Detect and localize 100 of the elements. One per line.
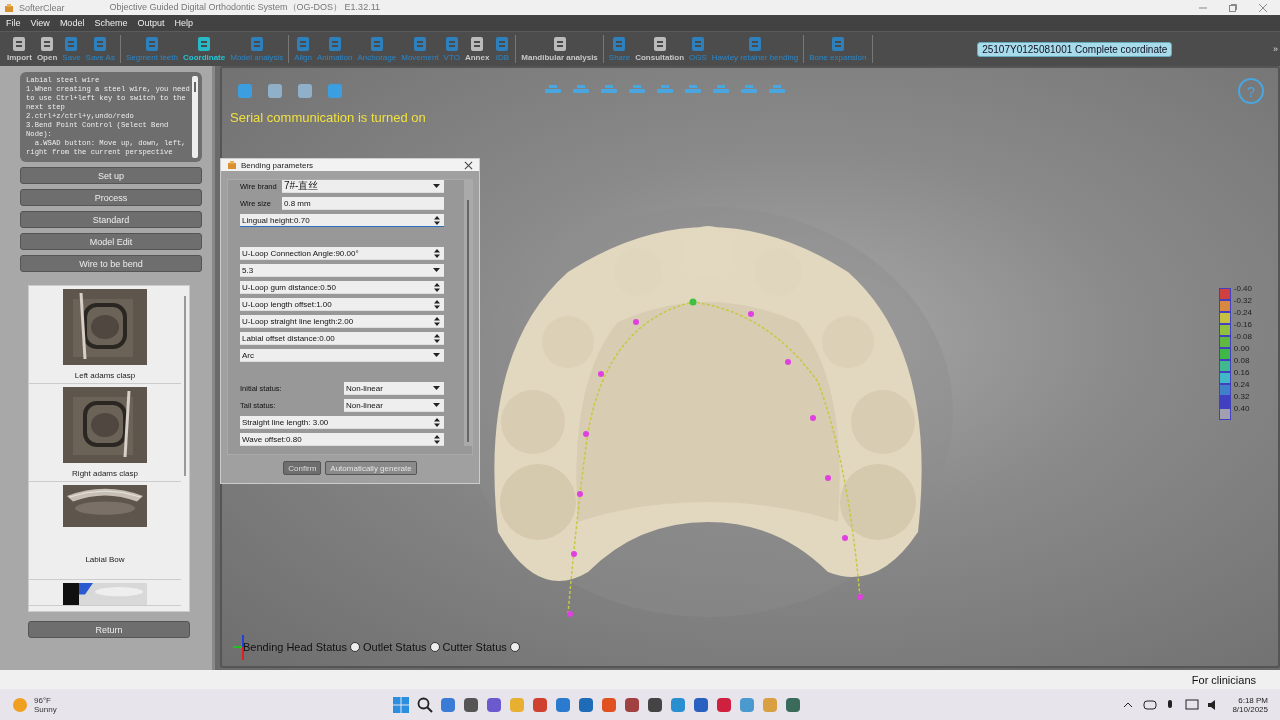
spin-arrows-icon	[434, 434, 440, 444]
toolbar-button[interactable]: Coordinate	[182, 36, 227, 62]
app-icon[interactable]	[693, 696, 709, 713]
axis-drawing	[232, 634, 244, 660]
gallery-caption: Labial Bow	[85, 555, 125, 564]
side-button[interactable]: Process	[20, 189, 202, 206]
document-icon	[11, 36, 28, 52]
dropdown-arrow-icon	[433, 385, 440, 391]
spin-box[interactable]: U-Loop straight line length:2.00	[240, 315, 444, 328]
app-icon[interactable]	[532, 696, 548, 713]
square-icon[interactable]	[296, 82, 314, 100]
document-icon	[92, 36, 109, 52]
toolbar-button[interactable]: Open	[35, 36, 59, 62]
spin-arrows-icon	[434, 417, 440, 427]
gallery-item[interactable]: Labial Bow	[29, 482, 181, 580]
app-icon[interactable]	[785, 696, 801, 713]
clock-time[interactable]: 6:18 PM	[1238, 695, 1268, 705]
input-field[interactable]: 0.8 mm	[282, 197, 444, 210]
dropdown-arrow-icon	[433, 402, 440, 408]
toolbar-button[interactable]: Mandibular analysis	[520, 36, 599, 62]
app-icon[interactable]	[440, 696, 456, 713]
square-icon[interactable]	[266, 82, 284, 100]
document-icon	[143, 36, 160, 52]
spin-box[interactable]: U-Loop gum distance:0.50	[240, 281, 444, 294]
dialog-button[interactable]: Confirm	[283, 461, 322, 475]
legend-label: -0.40	[1233, 284, 1252, 293]
dropdown[interactable]: Arc	[240, 349, 444, 362]
legend-label: -0.24	[1233, 308, 1252, 317]
menu-item[interactable]: Output	[137, 18, 165, 28]
dialog-title: Bending parameters	[241, 160, 315, 170]
document-icon	[747, 36, 763, 52]
document-icon	[39, 36, 56, 52]
legend-label: -0.16	[1233, 320, 1252, 329]
weather-condition: Sunny	[34, 704, 57, 714]
menu-item[interactable]: Help	[174, 18, 193, 28]
legend-label: 0.40	[1233, 404, 1250, 413]
spin-box[interactable]: Lingual height:0.70	[240, 214, 444, 227]
legend-label: 0.00	[1233, 344, 1250, 353]
gallery-item[interactable]: Left adams clasp	[29, 286, 181, 384]
close-icon[interactable]	[464, 160, 473, 170]
spin-box[interactable]: U-Loop length offset:1.00	[240, 298, 444, 311]
window-title: Objective Guided Digital Orthodontic System（OG-DOS） E1.32.11	[109, 1, 380, 14]
spin-box[interactable]: Straight line length: 3.00	[240, 416, 444, 429]
document-icon	[443, 36, 460, 52]
menu-item[interactable]: File	[6, 18, 21, 28]
spin-box[interactable]: Labial offset distance:0.00	[240, 332, 444, 345]
document-icon	[611, 36, 628, 52]
toolbar-button[interactable]: Import	[6, 36, 33, 62]
clock-date[interactable]: 8/10/2025	[1232, 704, 1268, 714]
document-icon	[494, 36, 511, 52]
side-button[interactable]: Wire to be bend	[20, 255, 202, 272]
app-logo-icon	[4, 2, 14, 13]
weather-temperature: 96°F	[34, 695, 52, 705]
spin-arrows-icon	[434, 215, 440, 225]
menu-item[interactable]: Scheme	[94, 18, 128, 28]
document-icon	[469, 36, 486, 52]
square-icon[interactable]	[326, 82, 344, 100]
toolbar-button[interactable]: Annex	[463, 36, 491, 62]
app-icon[interactable]	[716, 696, 732, 713]
spin-box[interactable]: U-Loop Connection Angle:90.00°	[240, 247, 444, 260]
dropdown-arrow-icon	[433, 183, 440, 189]
dropdown[interactable]: Non-linear	[344, 382, 444, 395]
side-button[interactable]: Standard	[20, 211, 202, 228]
restore-icon[interactable]	[1228, 2, 1238, 13]
app-name: SofterClear	[19, 2, 65, 13]
square-icon[interactable]	[236, 82, 254, 100]
dropdown[interactable]: Non-linear	[344, 399, 444, 412]
gallery-item[interactable]: Right adams clasp	[29, 384, 181, 482]
windows-start-icon[interactable]	[392, 695, 410, 714]
menu-item[interactable]: View	[30, 18, 50, 28]
app-icon[interactable]	[463, 696, 479, 713]
dropdown[interactable]: 5.3	[240, 264, 444, 277]
legend-label: 0.24	[1233, 380, 1250, 389]
app-logo-icon	[227, 160, 237, 170]
gallery-item[interactable]	[29, 580, 181, 606]
status-badge: 25107Y0125081001 Complete coordinate	[977, 41, 1173, 57]
spin-arrows-icon	[434, 316, 440, 326]
document-icon	[411, 36, 428, 52]
app-icon[interactable]	[555, 696, 571, 713]
app-icon[interactable]	[486, 696, 502, 713]
side-button[interactable]: Model Edit	[20, 233, 202, 250]
search-icon[interactable]	[417, 696, 433, 713]
dropdown[interactable]: 7#-直丝	[282, 180, 444, 193]
legend-label: -0.32	[1233, 296, 1252, 305]
menu-item[interactable]: Model	[59, 18, 85, 28]
overflow-chevron[interactable]: »	[1273, 44, 1280, 54]
document-icon	[651, 36, 668, 52]
app-icon[interactable]	[578, 696, 594, 713]
toolbar-button[interactable]: Consultation	[634, 36, 686, 62]
app-icon[interactable]	[624, 696, 640, 713]
app-icon[interactable]	[647, 696, 663, 713]
legend-label: 0.16	[1233, 368, 1250, 377]
spin-box[interactable]: Wave offset:0.80	[240, 433, 444, 446]
spin-arrows-icon	[434, 248, 440, 258]
scrollbar[interactable]	[464, 180, 472, 446]
scrollbar[interactable]	[192, 76, 198, 158]
legend-label: 0.32	[1233, 392, 1250, 401]
spin-arrows-icon	[434, 333, 440, 343]
return-button[interactable]: Return	[28, 621, 190, 638]
side-button[interactable]: Set up	[20, 167, 202, 184]
